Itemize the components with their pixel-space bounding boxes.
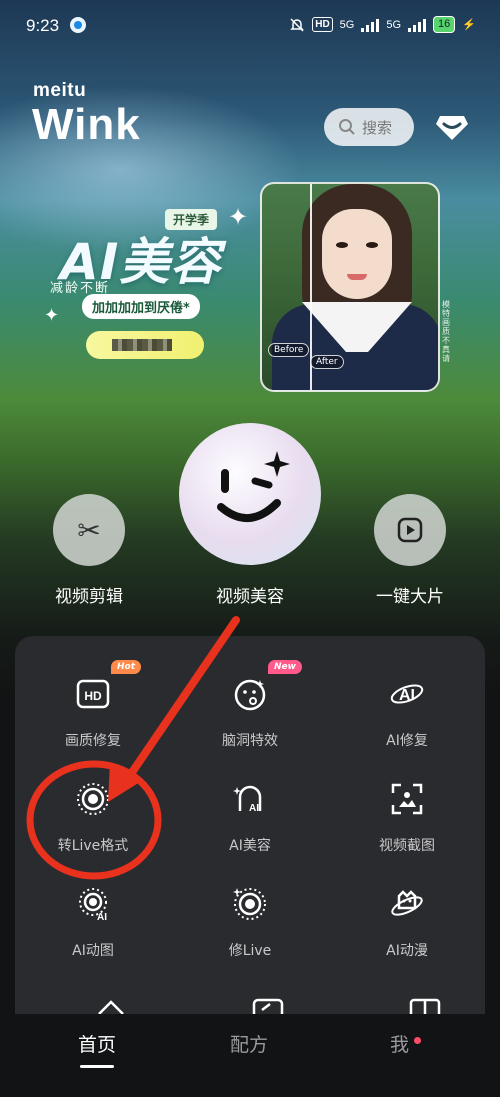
feature-label: 画质修复 — [65, 733, 121, 749]
network-label-1: 5G — [339, 18, 355, 31]
banner-promo: 加加加加到厌倦* — [82, 294, 200, 319]
search-button[interactable]: 搜索 — [324, 108, 414, 146]
feature-label: AI动漫 — [386, 943, 428, 959]
feature-icon-partial — [252, 998, 284, 1016]
tab-active-indicator — [80, 1065, 114, 1068]
live-icon — [77, 783, 109, 815]
search-placeholder: 搜索 — [362, 118, 393, 137]
feature-video-screenshot[interactable]: 视频截图 — [329, 781, 485, 881]
video-edit-button[interactable]: ✂ — [53, 494, 125, 566]
video-beauty-button[interactable] — [179, 423, 321, 565]
edit-live-icon — [233, 888, 266, 920]
video-beauty-label: 视频美容 — [216, 587, 284, 607]
status-time: 9:23 — [26, 16, 60, 35]
banner-side-note: 模特 画质不真请 — [442, 300, 450, 363]
svg-text:AI: AI — [97, 912, 107, 922]
feature-convert-live[interactable]: 转Live格式 — [15, 781, 171, 881]
smile-sparkle-icon — [217, 451, 290, 523]
feature-label: 转Live格式 — [57, 838, 129, 854]
banner-photo — [260, 182, 440, 392]
feature-label: 视频截图 — [379, 838, 435, 854]
brand-logo-small: meitu — [33, 80, 87, 101]
signal-icon-2 — [408, 18, 427, 32]
signal-icon — [361, 18, 380, 32]
ai-anime-icon — [391, 890, 423, 916]
ai-beauty-icon: AI — [233, 785, 262, 814]
battery-icon: 16 — [433, 16, 456, 33]
play-icon — [397, 517, 423, 543]
sparkle-icon: ✦ — [228, 203, 249, 231]
brand-logo: Wink — [32, 100, 141, 149]
face-effect-icon — [234, 679, 266, 711]
search-icon — [339, 119, 355, 135]
new-badge: New — [268, 660, 302, 674]
feature-ai-gif[interactable]: AI AI动图 — [15, 886, 171, 986]
feature-label: AI美容 — [229, 838, 271, 854]
sparkle-icon: ✦ — [44, 305, 60, 326]
tab-me[interactable]: 我 — [390, 1030, 409, 1057]
mute-bell-icon — [290, 17, 305, 32]
video-edit-label: 视频剪辑 — [55, 587, 123, 607]
feature-icon-partial — [98, 1000, 124, 1015]
feature-ai-anime[interactable]: AI动漫 — [329, 886, 485, 986]
status-bar: 9:23 HD 5G 5G 16 ⚡ — [0, 0, 500, 52]
feature-label: AI动图 — [72, 943, 114, 959]
status-right: HD 5G 5G 16 ⚡ — [289, 16, 476, 33]
one-click-film-label: 一键大片 — [376, 587, 444, 607]
feature-quality-repair[interactable]: Hot HD 画质修复 — [15, 660, 171, 776]
network-label-2: 5G — [386, 18, 402, 31]
svg-text:AI: AI — [249, 803, 259, 814]
before-label: Before — [268, 343, 310, 357]
tab-recipes[interactable]: 配方 — [230, 1030, 268, 1057]
app-notification-icon — [70, 17, 86, 33]
feature-icon-partial — [409, 998, 441, 1016]
ai-live-icon: AI — [79, 888, 107, 922]
feature-edit-live[interactable]: 修Live — [172, 886, 328, 986]
ai-repair-icon: AI — [390, 684, 424, 704]
svg-text:AI: AI — [399, 687, 415, 704]
svg-text:HD: HD — [84, 689, 102, 703]
hot-badge: Hot — [111, 660, 142, 674]
feature-ai-beauty[interactable]: AI AI美容 — [172, 781, 328, 881]
screenshot-icon — [391, 783, 423, 815]
hd-voice-badge: HD — [312, 17, 333, 32]
charging-icon: ⚡ — [462, 19, 476, 31]
feature-label: AI修复 — [386, 733, 428, 749]
diamond-icon[interactable] — [434, 112, 470, 142]
feature-brain-effect[interactable]: New 脑洞特效 — [172, 660, 328, 776]
scissors-icon: ✂ — [77, 513, 101, 547]
feature-label: 修Live — [228, 943, 272, 959]
after-label: After — [310, 355, 344, 369]
feature-label: 脑洞特效 — [222, 733, 278, 749]
feature-ai-repair[interactable]: AI AI修复 — [329, 676, 485, 776]
notification-dot — [414, 1037, 421, 1044]
feature-panel: Hot HD 画质修复 New 脑洞特效 AI AI修复 转Live格式 AI … — [15, 636, 485, 1036]
one-click-film-button[interactable] — [374, 494, 446, 566]
hd-icon: HD — [76, 679, 110, 709]
bottom-tab-bar: 首页 配方 我 — [0, 1014, 500, 1097]
blurred-cta-text — [112, 339, 172, 351]
tab-home[interactable]: 首页 — [78, 1030, 116, 1057]
